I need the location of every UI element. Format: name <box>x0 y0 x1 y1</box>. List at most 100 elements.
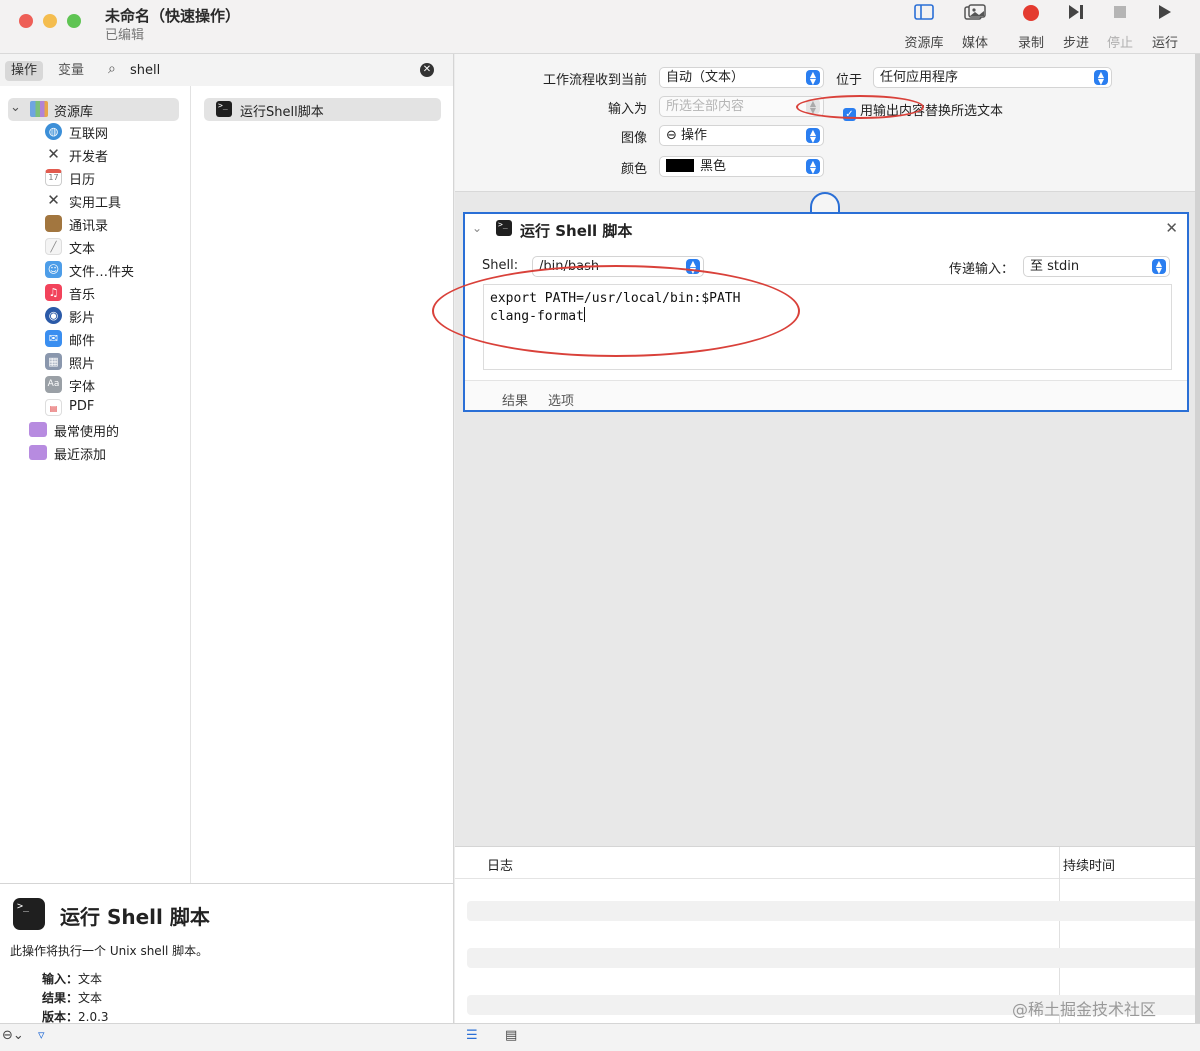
library-root-label: 资源库 <box>54 105 94 120</box>
chevron-down-icon[interactable]: ⌄ <box>472 221 482 235</box>
application-popup[interactable]: 任何应用程序 ▲ ▼ <box>873 67 1112 88</box>
music-icon: ♫ <box>45 284 62 301</box>
image-popup[interactable]: ⊖ 操作 ▲ ▼ <box>659 125 824 146</box>
smart-group-label: 最常使用的 <box>54 425 120 440</box>
workflow-settings: 工作流程收到当前 自动（文本） ▲ ▼ 位于 任何应用程序 ▲ ▼ 输入为 所选全部… <box>455 54 1200 192</box>
description-result: 结果：文本 <box>42 989 102 1006</box>
window-title: 未命名（快速操作） <box>105 7 241 25</box>
replace-output-checkbox[interactable]: ✓ 用输出内容替换所选文本 <box>843 100 1003 121</box>
mail-icon: ✉ <box>45 330 62 347</box>
media-icon <box>950 4 1000 28</box>
terminal-icon: >_ <box>496 220 512 236</box>
calendar-icon: 17 <box>45 169 62 186</box>
in-label: 位于 <box>835 73 862 88</box>
script-line: export PATH=/usr/local/bin:$PATH <box>490 291 741 306</box>
log-row <box>467 901 1197 921</box>
clear-icon[interactable]: ✕ <box>420 63 434 77</box>
pdf-icon: ▤ <box>45 399 62 416</box>
library-root-item[interactable]: ⌄ 资源库 <box>8 98 179 121</box>
replace-output-label: 用输出内容替换所选文本 <box>860 104 1004 119</box>
search-input[interactable] <box>130 61 410 80</box>
tab-actions[interactable]: 操作 <box>5 61 44 81</box>
tools-icon: ✕ <box>47 191 60 209</box>
result-label: 结果： <box>42 991 79 1005</box>
stop-toolbar-button[interactable]: 停止 <box>1095 4 1145 51</box>
category-label: 开发者 <box>69 150 109 165</box>
log-row <box>467 948 1197 968</box>
category-label: PDF <box>69 399 95 414</box>
split-view-icon[interactable]: ▤ <box>505 1028 517 1043</box>
color-swatch <box>666 159 694 172</box>
action-connector <box>810 192 840 213</box>
contacts-icon <box>45 215 62 232</box>
terminal-icon: >_ <box>13 898 45 930</box>
action-run-shell-script[interactable]: >_ 运行Shell脚本 <box>204 98 441 121</box>
terminal-icon: >_ <box>216 101 232 117</box>
category-label: 字体 <box>69 380 96 395</box>
smart-folder-icon <box>29 445 47 460</box>
run-toolbar-button[interactable]: 运行 <box>1140 4 1190 51</box>
pass-input-popup[interactable]: 至 stdin ▲ ▼ <box>1023 256 1170 277</box>
tab-options[interactable]: 选项 <box>548 390 574 409</box>
action-card-footer: 结果 选项 <box>465 380 1187 410</box>
run-toolbar-label: 运行 <box>1151 36 1178 51</box>
log-panel: 日志 持续时间 @稀土掘金技术社区 <box>455 846 1200 1024</box>
shell-label: Shell: <box>482 258 519 273</box>
record-toolbar-label: 录制 <box>1017 36 1044 51</box>
list-view-icon[interactable]: ☰ <box>466 1028 478 1043</box>
category-label: 文件…件夹 <box>69 265 135 280</box>
record-icon <box>1006 4 1056 28</box>
library-toolbar-label: 资源库 <box>904 36 944 51</box>
watermark: @稀土掘金技术社区 <box>1012 1000 1157 1019</box>
log-header: 日志 持续时间 <box>455 847 1200 879</box>
input-is-popup[interactable]: 所选全部内容 ▲ ▼ <box>659 96 824 117</box>
shell-action-card: ⌄ >_ 运行 Shell 脚本 ✕ Shell: /bin/bash ▲ ▼ 传… <box>463 212 1189 412</box>
description-toggle-icon[interactable]: ▿ <box>38 1028 45 1043</box>
image-label: 图像 <box>620 131 647 146</box>
description-input: 输入：文本 <box>42 970 102 987</box>
color-popup[interactable]: 黑色 ▲ ▼ <box>659 156 824 177</box>
duration-column-header[interactable]: 持续时间 <box>1063 855 1115 874</box>
script-line-cursor: clang-format <box>490 307 1165 325</box>
tab-variables[interactable]: 变量 <box>52 61 90 81</box>
chevron-down-icon[interactable]: ⌄ <box>10 100 21 115</box>
action-description: >_ 运行 Shell 脚本 此操作将执行一个 Unix shell 脚本。 输… <box>0 883 453 1024</box>
category-label: 通讯录 <box>69 219 109 234</box>
category-label: 日历 <box>69 173 96 188</box>
close-window-button[interactable] <box>19 14 33 28</box>
search-field[interactable]: ⌕ ✕ <box>100 59 444 82</box>
stop-toolbar-label: 停止 <box>1106 36 1133 51</box>
window-edge <box>1195 54 1200 1023</box>
script-editor[interactable]: export PATH=/usr/local/bin:$PATH clang-f… <box>483 284 1172 370</box>
step-toolbar-button[interactable]: 步进 <box>1051 4 1101 51</box>
category-label: 照片 <box>69 357 96 372</box>
color-label: 颜色 <box>620 162 647 177</box>
log-column-header[interactable]: 日志 <box>487 855 513 874</box>
version-value: 2.0.3 <box>78 1010 109 1024</box>
library-tree: ⌄ 资源库 ◍ 互联网 ✕ 开发者 17 日历 ✕ 实用工具 通讯录 ╱ 文本 <box>0 86 191 884</box>
shell-popup[interactable]: /bin/bash ▲ ▼ <box>532 256 704 277</box>
category-label: 音乐 <box>69 288 96 303</box>
record-toolbar-button[interactable]: 录制 <box>1006 4 1056 51</box>
receives-popup[interactable]: 自动（文本） ▲ ▼ <box>659 67 824 88</box>
zoom-window-button[interactable] <box>67 14 81 28</box>
application-value: 任何应用程序 <box>880 70 959 85</box>
chevron-updown-icon: ▲ ▼ <box>806 99 820 115</box>
minimize-window-button[interactable] <box>43 14 57 28</box>
pass-input-label: 传递输入： <box>949 262 1015 277</box>
title-bar: 未命名（快速操作） 已编辑 资源库 媒体 录制 步进 停止 运行 <box>0 0 1200 54</box>
bottom-bar: ⊖⌄ ▿ ☰ ▤ <box>0 1023 1200 1051</box>
close-icon[interactable]: ✕ <box>1165 219 1178 237</box>
tab-results[interactable]: 结果 <box>502 390 528 409</box>
stop-icon <box>1095 4 1145 28</box>
photos-icon: ▦ <box>45 353 62 370</box>
action-label: 运行Shell脚本 <box>240 105 324 120</box>
search-icon: ⌕ <box>108 61 116 77</box>
media-toolbar-label: 媒体 <box>961 36 988 51</box>
library-toolbar-button[interactable]: 资源库 <box>899 4 949 51</box>
finder-icon: ☺ <box>45 261 62 278</box>
workflow-pane: 工作流程收到当前 自动（文本） ▲ ▼ 位于 任何应用程序 ▲ ▼ 输入为 所选全部… <box>455 54 1200 1024</box>
category-label: 互联网 <box>69 127 109 142</box>
media-toolbar-button[interactable]: 媒体 <box>950 4 1000 51</box>
more-options-icon[interactable]: ⊖⌄ <box>2 1028 24 1043</box>
